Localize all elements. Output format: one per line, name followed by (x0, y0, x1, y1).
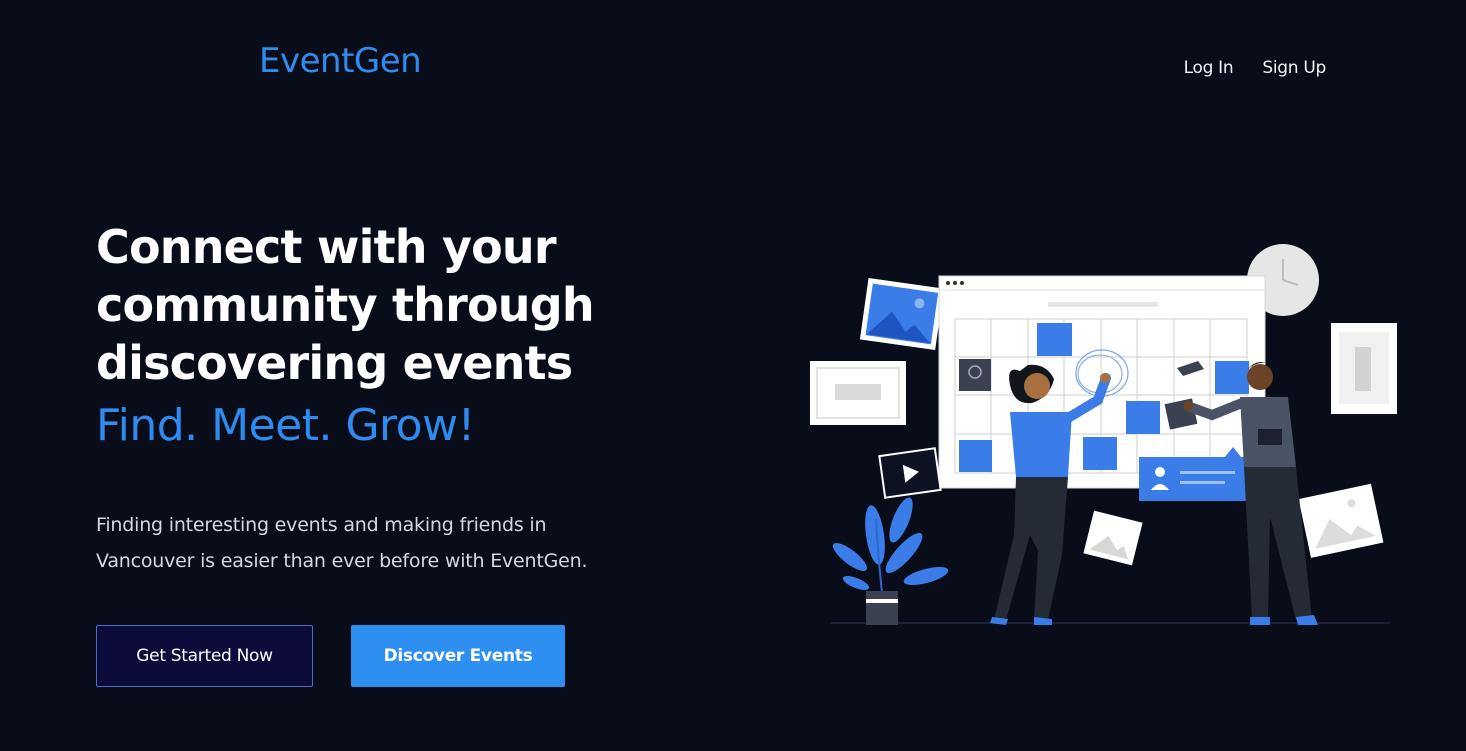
headline-line: community through (96, 278, 595, 332)
description-line: Vancouver is easier than ever before wit… (96, 550, 588, 572)
get-started-button[interactable]: Get Started Now (96, 625, 313, 687)
headline-line: Connect with your (96, 220, 557, 274)
hero-description: Finding interesting events and making fr… (96, 507, 666, 579)
logo[interactable]: EventGen (259, 41, 422, 81)
hero-tagline: Find. Meet. Grow! (96, 400, 475, 451)
signup-link[interactable]: Sign Up (1262, 58, 1326, 78)
headline-line: discovering events (96, 336, 573, 390)
hero-headline: Connect with your community through disc… (96, 218, 656, 392)
calendar-planning-illustration (810, 244, 1397, 625)
description-line: Finding interesting events and making fr… (96, 514, 547, 536)
top-nav: Log In Sign Up (1184, 58, 1327, 78)
login-link[interactable]: Log In (1184, 58, 1234, 78)
discover-events-button[interactable]: Discover Events (351, 625, 565, 687)
